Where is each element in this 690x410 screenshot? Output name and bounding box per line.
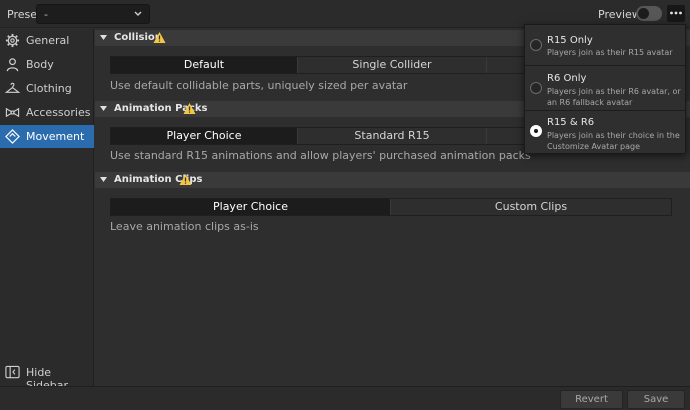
hanger-icon: [5, 82, 20, 93]
menu-item-r15-only[interactable]: R15 Only Players join as their R15 avata…: [525, 25, 685, 65]
radio-button-selected[interactable]: [530, 125, 542, 137]
warning-icon: [153, 32, 166, 43]
bowtie-icon: [5, 107, 20, 118]
menu-item-subtitle: Players join as their choice in the Cust…: [547, 131, 680, 151]
section-header-animation-clips[interactable]: Animation Clips: [95, 172, 690, 188]
collision-segmented-control: Default Single Collider: [110, 56, 580, 74]
menu-item-title: R15 Only: [547, 35, 593, 46]
movement-icon: [5, 129, 20, 144]
animation-clips-description: Leave animation clips as-is: [110, 220, 259, 233]
sidebar-item-accessories[interactable]: Accessories: [0, 101, 94, 124]
collapse-arrow-icon: [100, 35, 107, 40]
segment-option-default[interactable]: Default: [111, 57, 298, 73]
sidebar-item-movement[interactable]: Movement: [0, 125, 94, 148]
warning-icon: [179, 174, 192, 185]
sidebar-item-label: Movement: [26, 130, 85, 143]
sidebar-item-clothing[interactable]: Clothing: [0, 77, 94, 100]
sidebar-item-label: General: [26, 34, 70, 47]
menu-item-subtitle: Players join as their R6 avatar, or an R…: [547, 87, 681, 107]
save-changes-button[interactable]: Save Changes: [627, 390, 685, 409]
preview-label: Preview: [598, 8, 641, 21]
segment-option-player-choice[interactable]: Player Choice: [111, 199, 391, 215]
animation-packs-description: Use standard R15 animations and allow pl…: [110, 149, 531, 162]
radio-button[interactable]: [530, 82, 542, 94]
chevron-down-icon: [134, 11, 142, 16]
sidebar-item-label: Clothing: [26, 82, 72, 95]
sidebar-item-label: Accessories: [26, 106, 91, 119]
hide-sidebar-button[interactable]: Hide Sidebar: [0, 361, 94, 392]
sidebar: General Body Clothing Accessories Moveme…: [0, 29, 94, 392]
gear-icon: [5, 33, 20, 48]
preset-value: -: [44, 8, 48, 21]
sidebar-item-label: Body: [26, 58, 54, 71]
collapse-arrow-icon: [100, 177, 107, 182]
avatar-type-menu: R15 Only Players join as their R15 avata…: [524, 24, 686, 154]
preset-dropdown[interactable]: -: [36, 4, 150, 24]
preview-toggle[interactable]: [636, 6, 662, 21]
warning-icon: [183, 103, 196, 114]
collapse-arrow-icon: [100, 106, 107, 111]
segment-option-standard-r15[interactable]: Standard R15: [298, 128, 487, 144]
animation-packs-segmented-control: Player Choice Standard R15: [110, 127, 580, 145]
revert-changes-button[interactable]: Revert Changes: [560, 390, 623, 409]
menu-item-r6-only[interactable]: R6 Only Players join as their R6 avatar,…: [525, 66, 685, 110]
segment-option-custom-clips[interactable]: Custom Clips: [391, 199, 671, 215]
menu-item-subtitle: Players join as their R15 avatar: [547, 48, 673, 57]
sidebar-item-body[interactable]: Body: [0, 53, 94, 76]
animation-clips-segmented-control: Player Choice Custom Clips: [110, 198, 672, 216]
menu-item-r15-and-r6[interactable]: R15 & R6 Players join as their choice in…: [525, 111, 685, 154]
sidebar-collapse-icon: [5, 365, 20, 379]
sidebar-item-general[interactable]: General: [0, 29, 94, 52]
ellipsis-icon: [670, 11, 682, 15]
segment-option-single-collider[interactable]: Single Collider: [298, 57, 487, 73]
collision-description: Use default collidable parts, uniquely s…: [110, 79, 408, 92]
menu-item-title: R15 & R6: [547, 117, 595, 128]
toggle-knob: [638, 8, 649, 19]
radio-button[interactable]: [530, 39, 542, 51]
more-options-button[interactable]: [667, 5, 685, 22]
person-icon: [6, 58, 19, 72]
segment-option-player-choice[interactable]: Player Choice: [111, 128, 298, 144]
menu-item-title: R6 Only: [547, 73, 587, 84]
bottom-bar: Revert Changes Save Changes: [0, 386, 690, 410]
